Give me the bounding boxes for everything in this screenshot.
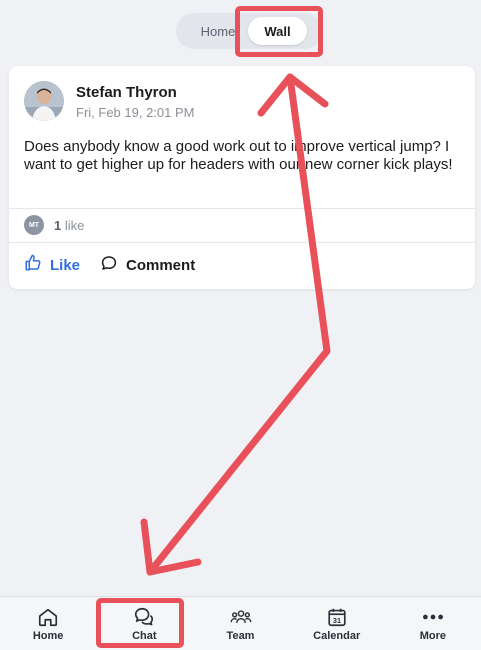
comment-label: Comment [126,256,196,274]
calendar-icon: 31 [326,606,348,628]
view-toggle: Home Wall [176,13,323,49]
nav-label-home: Home [32,629,64,642]
nav-label-chat: Chat [132,629,157,642]
thumbs-up-icon [24,254,42,276]
nav-label-team: Team [226,629,255,642]
comment-icon [100,254,118,276]
likes-summary[interactable]: MT 1 like [24,215,84,235]
post-author[interactable]: Stefan Thyron [76,84,177,101]
divider [9,242,475,243]
post-body: Does anybody know a good work out to imp… [24,138,453,173]
like-button[interactable]: Like [24,254,80,276]
likes-count: 1 [54,217,62,233]
divider [9,208,475,209]
author-avatar[interactable] [24,81,64,121]
home-icon [37,606,59,628]
like-label: Like [50,256,81,274]
nav-label-more: More [419,629,447,642]
nav-item-chat[interactable]: Chat [96,597,192,650]
post-card: Stefan Thyron Fri, Feb 19, 2:01 PM Does … [9,66,475,289]
post-actions: Like Comment [24,254,215,276]
nav-item-home[interactable]: Home [0,597,96,650]
nav-item-calendar[interactable]: 31 Calendar [289,597,385,650]
likes-count-text: 1 like [54,218,84,233]
nav-item-more[interactable]: More [385,597,481,650]
team-icon [230,606,252,628]
more-icon [422,606,444,628]
likes-word: like [64,217,85,233]
nav-item-team[interactable]: Team [192,597,288,650]
nav-label-calendar: Calendar [313,629,361,642]
liker-avatar: MT [24,215,44,235]
calendar-day: 31 [333,615,341,624]
post-timestamp: Fri, Feb 19, 2:01 PM [76,105,195,120]
chat-icon [133,606,155,628]
toggle-wall-option[interactable]: Wall [248,17,307,45]
bottom-nav: Home Chat Team 31 Calendar More [0,596,481,650]
toggle-home-option[interactable]: Home [188,13,248,49]
comment-button[interactable]: Comment [100,254,195,276]
